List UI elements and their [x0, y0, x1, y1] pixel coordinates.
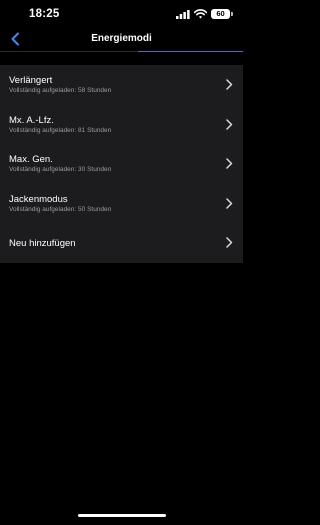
item-title: Verlängert: [9, 75, 53, 86]
page-title: Energiemodi: [91, 33, 152, 44]
status-bar: 18:25 60: [0, 0, 243, 28]
chevron-right-icon: [226, 158, 233, 169]
chevron-right-icon: [226, 79, 233, 90]
item-subtitle: Vollständig aufgeladen: 30 Stunden: [9, 166, 112, 174]
list-item-max-gen[interactable]: Max. Gen. Vollständig aufgeladen: 30 Stu…: [0, 144, 243, 184]
chevron-right-icon: [226, 198, 233, 209]
chevron-right-icon: [226, 118, 233, 130]
item-title: Jackenmodus: [9, 193, 68, 205]
wifi-icon: [194, 9, 207, 19]
item-subtitle: Vollständig aufgeladen: 81 Stunden: [9, 126, 112, 134]
item-title: Max. Gen.: [9, 154, 53, 166]
nav-divider-accent: [138, 51, 243, 52]
item-subtitle: Vollständig aufgeladen: 50 Stunden: [9, 205, 112, 213]
add-new-label: Neu hinzufügen: [9, 238, 76, 250]
home-indicator[interactable]: [78, 514, 166, 517]
list-item-verlaengert[interactable]: Verlängert Vollständig aufgeladen: 58 St…: [0, 65, 243, 105]
energy-mode-list: Verlängert Vollständig aufgeladen: 58 St…: [0, 65, 243, 263]
cellular-signal-icon: [176, 9, 190, 19]
add-new-mode-button[interactable]: Neu hinzufügen: [0, 223, 243, 263]
list-item-jackenmodus[interactable]: Jackenmodus Vollständig aufgeladen: 50 S…: [0, 184, 243, 224]
list-item-mx-a-lfz[interactable]: Mx. A.-Lfz. Vollständig aufgeladen: 81 S…: [0, 105, 243, 145]
navigation-bar: Energiemodi: [0, 28, 243, 52]
battery-icon: 60: [211, 9, 233, 19]
item-title: Mx. A.-Lfz.: [9, 114, 54, 126]
status-time: 18:25: [29, 8, 60, 20]
item-subtitle: Vollständig aufgeladen: 58 Stunden: [9, 87, 112, 94]
system-icons: 60: [176, 9, 233, 19]
chevron-right-icon: [226, 237, 233, 249]
